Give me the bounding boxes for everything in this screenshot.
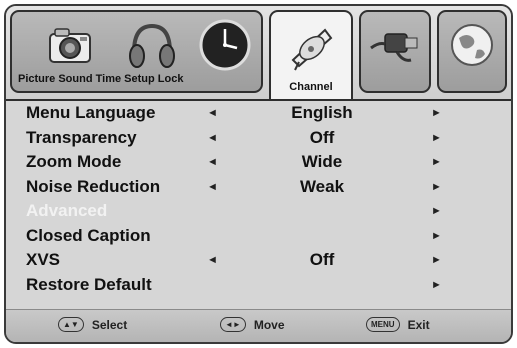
menu-item-label: Menu Language: [26, 103, 156, 122]
hint-exit-label: Exit: [407, 317, 430, 332]
menu-item-value: Wide: [301, 152, 343, 171]
footer-hint-bar: ▲▼ Select ◄► Move MENU Exit: [6, 309, 511, 342]
menu-item-restore-default[interactable]: Restore Default ►: [6, 273, 511, 298]
menu-item-zoom-mode[interactable]: Zoom Mode ◄ Wide ►: [6, 150, 511, 175]
menu-item-closed-caption[interactable]: Closed Caption ►: [6, 224, 511, 249]
menu-item-value: English: [291, 103, 353, 122]
right-arrow-icon[interactable]: ►: [431, 224, 442, 249]
left-arrow-icon[interactable]: ◄: [207, 248, 218, 273]
menu-item-label: Noise Reduction: [26, 176, 161, 196]
right-arrow-icon[interactable]: ►: [431, 273, 442, 298]
tab-globe[interactable]: [437, 10, 507, 93]
globe-icon: [451, 24, 493, 66]
menu-item-value: Weak: [299, 176, 345, 196]
right-arrow-icon[interactable]: ►: [431, 150, 442, 175]
hint-exit: MENU Exit: [366, 317, 430, 332]
hint-move: ◄► Move: [220, 317, 285, 332]
tab-picture-sound-time-setup-lock[interactable]: Picture Sound Time Setup Lock: [10, 10, 263, 93]
menu-item-value: Off: [309, 127, 335, 147]
menu-item-label: XVS: [26, 250, 61, 269]
left-arrow-icon[interactable]: ◄: [207, 126, 218, 151]
menu-item-transparency[interactable]: Transparency ◄ Off ►: [6, 126, 511, 151]
tab-label-channel: Channel: [289, 81, 333, 93]
tab-channel[interactable]: Channel: [269, 10, 353, 99]
right-arrow-icon[interactable]: ►: [431, 248, 442, 273]
menu-item-label: Closed Caption: [26, 225, 151, 245]
left-right-key-icon: ◄►: [220, 317, 246, 332]
left-arrow-icon[interactable]: ◄: [207, 175, 218, 200]
menu-item-advanced[interactable]: Advanced ►: [6, 199, 511, 224]
menu-item-menu-language[interactable]: Menu Language ◄ English ►: [6, 101, 511, 126]
menu-key-icon: MENU: [366, 317, 400, 332]
right-arrow-icon[interactable]: ►: [431, 101, 442, 126]
hint-select: ▲▼ Select: [58, 317, 127, 332]
osd-menu-screen: Picture Sound Time Setup Lock Channel Me…: [4, 4, 513, 344]
menu-item-label: Advanced: [26, 201, 108, 220]
headphones-icon: [129, 23, 175, 68]
menu-item-xvs[interactable]: XVS ◄ Off ►: [6, 248, 511, 273]
right-arrow-icon[interactable]: ►: [431, 175, 442, 200]
tab-connector[interactable]: [359, 10, 431, 93]
menu-item-value: Off: [309, 250, 335, 269]
menu-item-noise-reduction[interactable]: Noise Reduction ◄ Weak ►: [6, 175, 511, 200]
hint-move-label: Move: [253, 317, 285, 332]
camera-icon: [49, 28, 91, 63]
setup-menu-list: Menu Language ◄ English ► Transparency ◄…: [6, 101, 511, 297]
left-arrow-icon[interactable]: ◄: [207, 150, 218, 175]
clock-icon: [199, 19, 251, 71]
satellite-dish-icon: [291, 28, 333, 71]
menu-item-label: Restore Default: [26, 274, 152, 294]
menu-item-label: Transparency: [26, 127, 137, 147]
tab-label-picture-sound-time-setup-lock: Picture Sound Time Setup Lock: [18, 73, 184, 85]
up-down-key-icon: ▲▼: [58, 317, 84, 332]
tab-bar: Picture Sound Time Setup Lock Channel: [6, 6, 511, 101]
right-arrow-icon[interactable]: ►: [431, 199, 442, 224]
right-arrow-icon[interactable]: ►: [431, 126, 442, 151]
left-arrow-icon[interactable]: ◄: [207, 101, 218, 126]
hint-select-label: Select: [91, 317, 128, 332]
av-connector-icon: [370, 33, 418, 62]
menu-item-label: Zoom Mode: [26, 152, 122, 171]
